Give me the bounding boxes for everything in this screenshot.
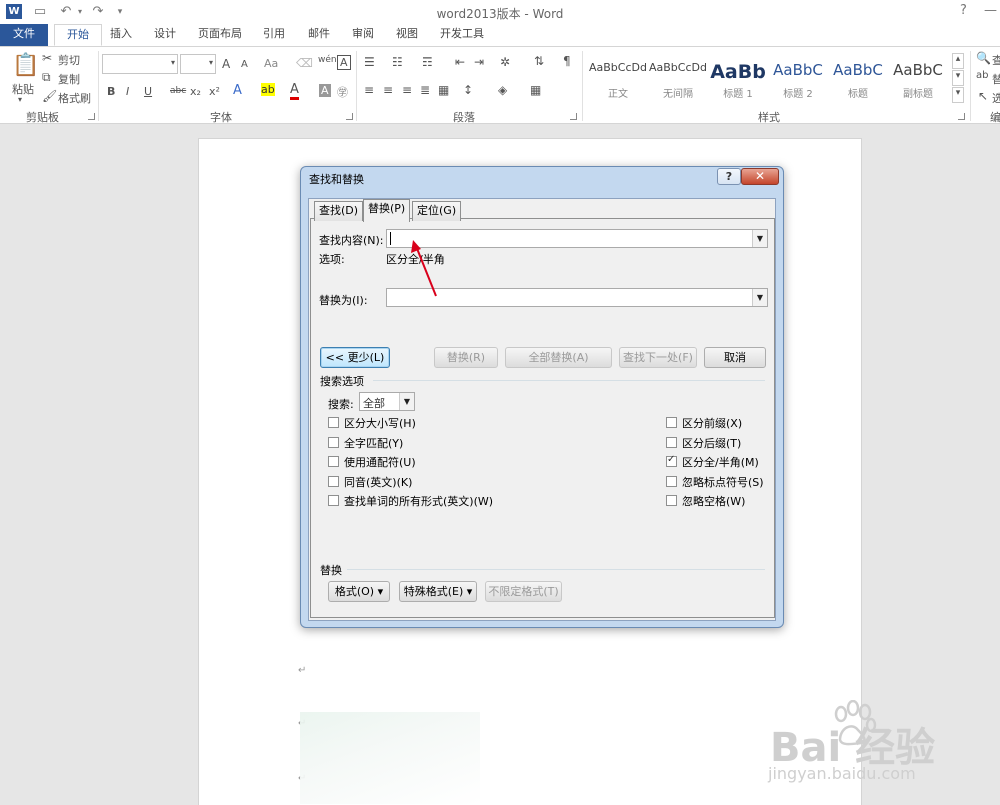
annotation-arrow: [411, 240, 437, 297]
